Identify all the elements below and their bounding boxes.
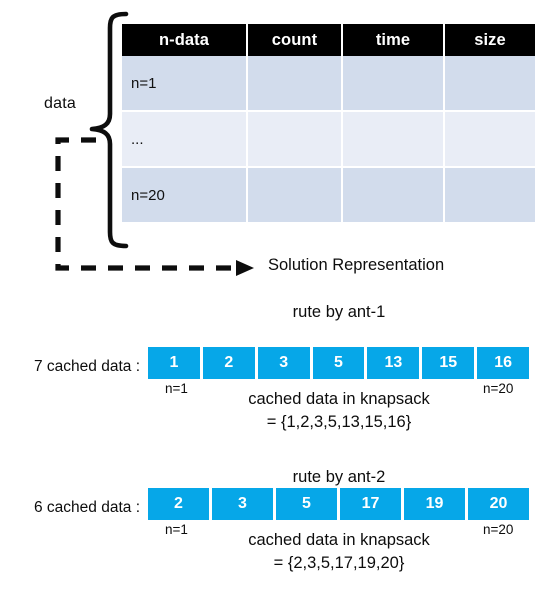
table-cell-count: [248, 168, 343, 222]
route-cell[interactable]: 2: [148, 488, 212, 520]
knapsack-note-line1-ant-2: cached data in knapsack: [248, 531, 430, 549]
solution-representation-label: Solution Representation: [268, 256, 445, 274]
table-cell-n-data: n=1: [122, 56, 248, 112]
table-row: n=1: [122, 56, 535, 112]
data-brace-label: data: [44, 95, 76, 112]
table-cell-size: [445, 168, 535, 222]
table-cell-count: [248, 56, 343, 112]
table-header-time: time: [343, 24, 445, 56]
route-left-label-ant-1: 7 cached data :: [34, 358, 140, 375]
table-header-size: size: [445, 24, 535, 56]
table-cell-count: [248, 112, 343, 168]
route-title-ant-2: rute by ant-2: [292, 468, 386, 486]
data-table: n-data count time size n=1 ... n=20: [122, 24, 535, 222]
route-cell-strip-ant-1: 1 2 3 5 13 15 16: [148, 347, 530, 379]
table-header-count: count: [248, 24, 343, 56]
table-row: ...: [122, 112, 535, 168]
table-cell-time: [343, 112, 445, 168]
route-cell[interactable]: 13: [367, 347, 423, 379]
route-cell[interactable]: 15: [422, 347, 478, 379]
route-cell[interactable]: 16: [477, 347, 530, 379]
route-cell[interactable]: 20: [468, 488, 529, 520]
table-cell-n-data: ...: [122, 112, 248, 168]
route-left-label-ant-2: 6 cached data :: [34, 499, 140, 516]
table-cell-time: [343, 168, 445, 222]
route-cell[interactable]: 2: [202, 347, 258, 379]
table-row: n=20: [122, 168, 535, 222]
route-cell[interactable]: 5: [312, 347, 368, 379]
knapsack-note-line2-ant-1: = {1,2,3,5,13,15,16}: [266, 413, 412, 431]
route-cell[interactable]: 19: [404, 488, 468, 520]
route-cell[interactable]: 5: [276, 488, 340, 520]
knapsack-note-line1-ant-1: cached data in knapsack: [248, 390, 430, 408]
route-cell-strip-ant-2: 2 3 5 17 19 20: [148, 488, 529, 520]
route-cell[interactable]: 1: [148, 347, 203, 379]
knapsack-note-line2-ant-2: = {2,3,5,17,19,20}: [273, 554, 405, 572]
route-cell[interactable]: 3: [212, 488, 276, 520]
table-header-row: n-data count time size: [122, 24, 535, 56]
route-title-ant-1: rute by ant-1: [292, 303, 386, 321]
route-cell[interactable]: 17: [340, 488, 404, 520]
route-cell[interactable]: 3: [257, 347, 313, 379]
table-cell-size: [445, 112, 535, 168]
table-cell-time: [343, 56, 445, 112]
table-cell-n-data: n=20: [122, 168, 248, 222]
table-header-n-data: n-data: [122, 24, 248, 56]
table-cell-size: [445, 56, 535, 112]
